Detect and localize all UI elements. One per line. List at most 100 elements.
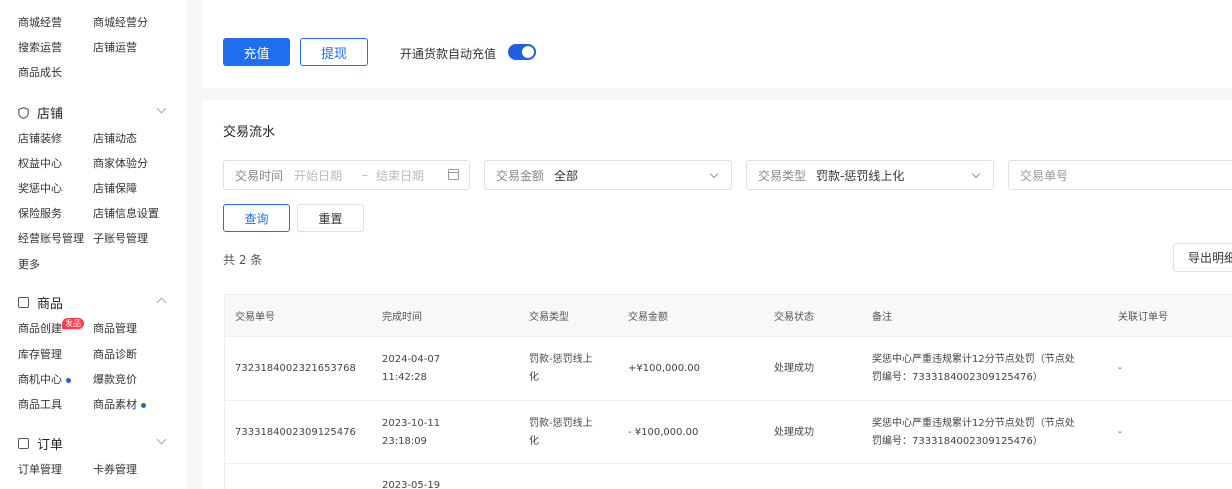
amount-value: 全部 [554, 168, 579, 183]
cell-amount: +¥100,000.00 [628, 363, 700, 374]
order-no-input[interactable]: 交易单号 [1008, 160, 1232, 190]
end-date-input[interactable]: 结束日期 [376, 167, 424, 184]
reset-button[interactable]: 重置 [297, 204, 364, 232]
start-date-input[interactable]: 开始日期 [294, 167, 342, 184]
sidebar-item-shop-ops[interactable]: 店铺运营 [93, 41, 137, 55]
table-row: 7333184002309125476 2023-10-11 23:18:09 … [225, 401, 1232, 464]
table-header: 交易单号 完成时间 交易类型 交易金额 交易状态 备注 关联订单号 [225, 295, 1232, 337]
sidebar-section-product-title: 商品 [37, 297, 64, 312]
sidebar-item-product-tools[interactable]: 商品工具 [18, 398, 62, 412]
sidebar-item-shop-news[interactable]: 店铺动态 [93, 132, 137, 146]
sidebar-item-product-create[interactable]: 商品创建 [18, 322, 62, 336]
col-related-order: 关联订单号 [1118, 312, 1168, 323]
sidebar-section-order-title: 订单 [37, 438, 64, 453]
chevron-down-icon[interactable] [156, 103, 167, 114]
sidebar-section-shop-title: 店铺 [37, 107, 64, 122]
sidebar-section-shop[interactable]: 店铺 [18, 103, 63, 122]
notification-dot-icon [141, 402, 146, 408]
chevron-down-icon [971, 169, 981, 179]
amount-select[interactable]: 交易金额 全部 [484, 160, 732, 190]
withdraw-button[interactable]: 提现 [300, 38, 368, 66]
sidebar: 商城经营 商城经营分 搜索运营 店铺运营 商品成长 店铺 店铺装修 店铺动态 权… [0, 0, 186, 489]
cell-type-line1: 罚款-惩罚线上 [529, 354, 593, 365]
cell-note-line1: 奖惩中心严重违规累计12分节点处罚（节点处 [872, 354, 1075, 365]
query-button[interactable]: 查询 [223, 204, 290, 232]
cell-time-date: 2024-04-07 [382, 354, 441, 365]
cell-time-date: 2023-10-11 [382, 418, 441, 429]
sidebar-item-product-manage[interactable]: 商品管理 [93, 322, 137, 336]
cell-amount: - ¥100,000.00 [628, 427, 699, 438]
date-range-picker[interactable]: 交易时间 开始日期 – 结束日期 [223, 160, 470, 190]
sidebar-item-product-diagnosis[interactable]: 商品诊断 [93, 348, 137, 362]
table-row: 7323184002321653768 2024-04-07 11:42:28 … [225, 337, 1232, 401]
sidebar-item-reward-center[interactable]: 奖惩中心 [18, 182, 62, 196]
cell-type-line2: 化 [529, 372, 539, 383]
sidebar-item-shop-decoration[interactable]: 店铺装修 [18, 132, 62, 146]
cell-type-line1: 罚款-惩罚线上 [529, 418, 593, 429]
sidebar-item-subaccount-mgmt[interactable]: 子账号管理 [93, 232, 148, 246]
date-separator: – [362, 168, 369, 182]
cell-time-clock: 11:42:28 [382, 372, 427, 383]
recharge-button[interactable]: 充值 [223, 38, 290, 66]
cell-related: - [1118, 427, 1122, 438]
cell-status: 处理成功 [774, 363, 814, 374]
sidebar-item-shop-guarantee[interactable]: 店铺保障 [93, 182, 137, 196]
sidebar-item-product-material[interactable]: 商品素材 [93, 398, 146, 412]
sidebar-item-material-label: 商品素材 [93, 398, 137, 411]
sidebar-item-order-manage[interactable]: 订单管理 [18, 463, 62, 477]
sidebar-item-search-ops[interactable]: 搜索运营 [18, 41, 62, 55]
type-value: 罚款-惩罚线上化 [816, 168, 905, 183]
order-no-placeholder: 交易单号 [1020, 168, 1069, 183]
cell-time-clock: 23:18:09 [382, 436, 427, 447]
sidebar-item-more[interactable]: 更多 [18, 258, 40, 272]
sidebar-item-product-growth[interactable]: 商品成长 [18, 66, 62, 80]
chevron-up-icon[interactable] [156, 297, 167, 308]
sidebar-item-account-mgmt[interactable]: 经营账号管理 [18, 232, 84, 246]
auto-recharge-toggle[interactable] [508, 44, 536, 60]
shop-icon [18, 106, 29, 119]
cell-related: - [1118, 363, 1122, 374]
section-title: 交易流水 [223, 125, 276, 140]
date-range-label: 交易时间 [235, 168, 284, 183]
calendar-icon [448, 169, 459, 180]
col-status: 交易状态 [774, 312, 814, 323]
auto-recharge-label: 开通货款自动充值 [400, 47, 497, 61]
type-select[interactable]: 交易类型 罚款-惩罚线上化 [746, 160, 994, 190]
product-icon [18, 297, 29, 308]
sidebar-item-hot-bidding[interactable]: 爆款竞价 [93, 373, 137, 387]
cell-note-line1: 奖惩中心严重违规累计12分节点处罚（节点处 [872, 418, 1075, 429]
sidebar-item-mall-operation[interactable]: 商城经营 [18, 16, 62, 30]
sidebar-item-opportunity-center[interactable]: 商机中心 [18, 373, 71, 387]
export-button[interactable]: 导出明细 [1173, 243, 1232, 272]
sidebar-item-merchant-score[interactable]: 商家体验分 [93, 157, 148, 171]
notification-dot-icon [66, 377, 71, 383]
sidebar-item-insurance[interactable]: 保险服务 [18, 207, 62, 221]
col-order-no: 交易单号 [235, 312, 275, 323]
type-label: 交易类型 [758, 168, 807, 183]
cell-order-no: 7333184002309125476 [235, 427, 356, 438]
transaction-table: 交易单号 完成时间 交易类型 交易金额 交易状态 备注 关联订单号 732318… [224, 294, 1232, 489]
sidebar-section-order[interactable]: 订单 [18, 434, 63, 453]
chevron-down-icon [709, 169, 719, 179]
sidebar-item-opportunity-label: 商机中心 [18, 373, 62, 386]
toggle-knob [522, 46, 534, 58]
cell-note-line2: 罚编号：7333184002309125476） [872, 436, 1043, 447]
cell-status: 处理成功 [774, 427, 814, 438]
col-complete-time: 完成时间 [382, 312, 422, 323]
sidebar-item-benefits-center[interactable]: 权益中心 [18, 157, 62, 171]
cell-order-no: 7323184002321653768 [235, 363, 356, 374]
sidebar-item-inventory[interactable]: 库存管理 [18, 348, 62, 362]
sidebar-item-mall-score[interactable]: 商城经营分 [93, 16, 148, 30]
total-count: 共 2 条 [223, 253, 263, 267]
col-amount: 交易金额 [628, 312, 668, 323]
new-badge: 发品 [62, 318, 84, 329]
sidebar-item-shop-info-settings[interactable]: 店铺信息设置 [93, 207, 159, 221]
sidebar-item-coupon-manage[interactable]: 卡券管理 [93, 463, 137, 477]
table-row: 2023-05-19 [225, 464, 1232, 489]
chevron-down-icon[interactable] [156, 434, 167, 445]
amount-label: 交易金额 [496, 168, 545, 183]
col-note: 备注 [872, 312, 892, 323]
cell-time-date: 2023-05-19 [382, 480, 441, 489]
sidebar-section-product[interactable]: 商品 [18, 293, 63, 312]
cell-type-line2: 化 [529, 436, 539, 447]
